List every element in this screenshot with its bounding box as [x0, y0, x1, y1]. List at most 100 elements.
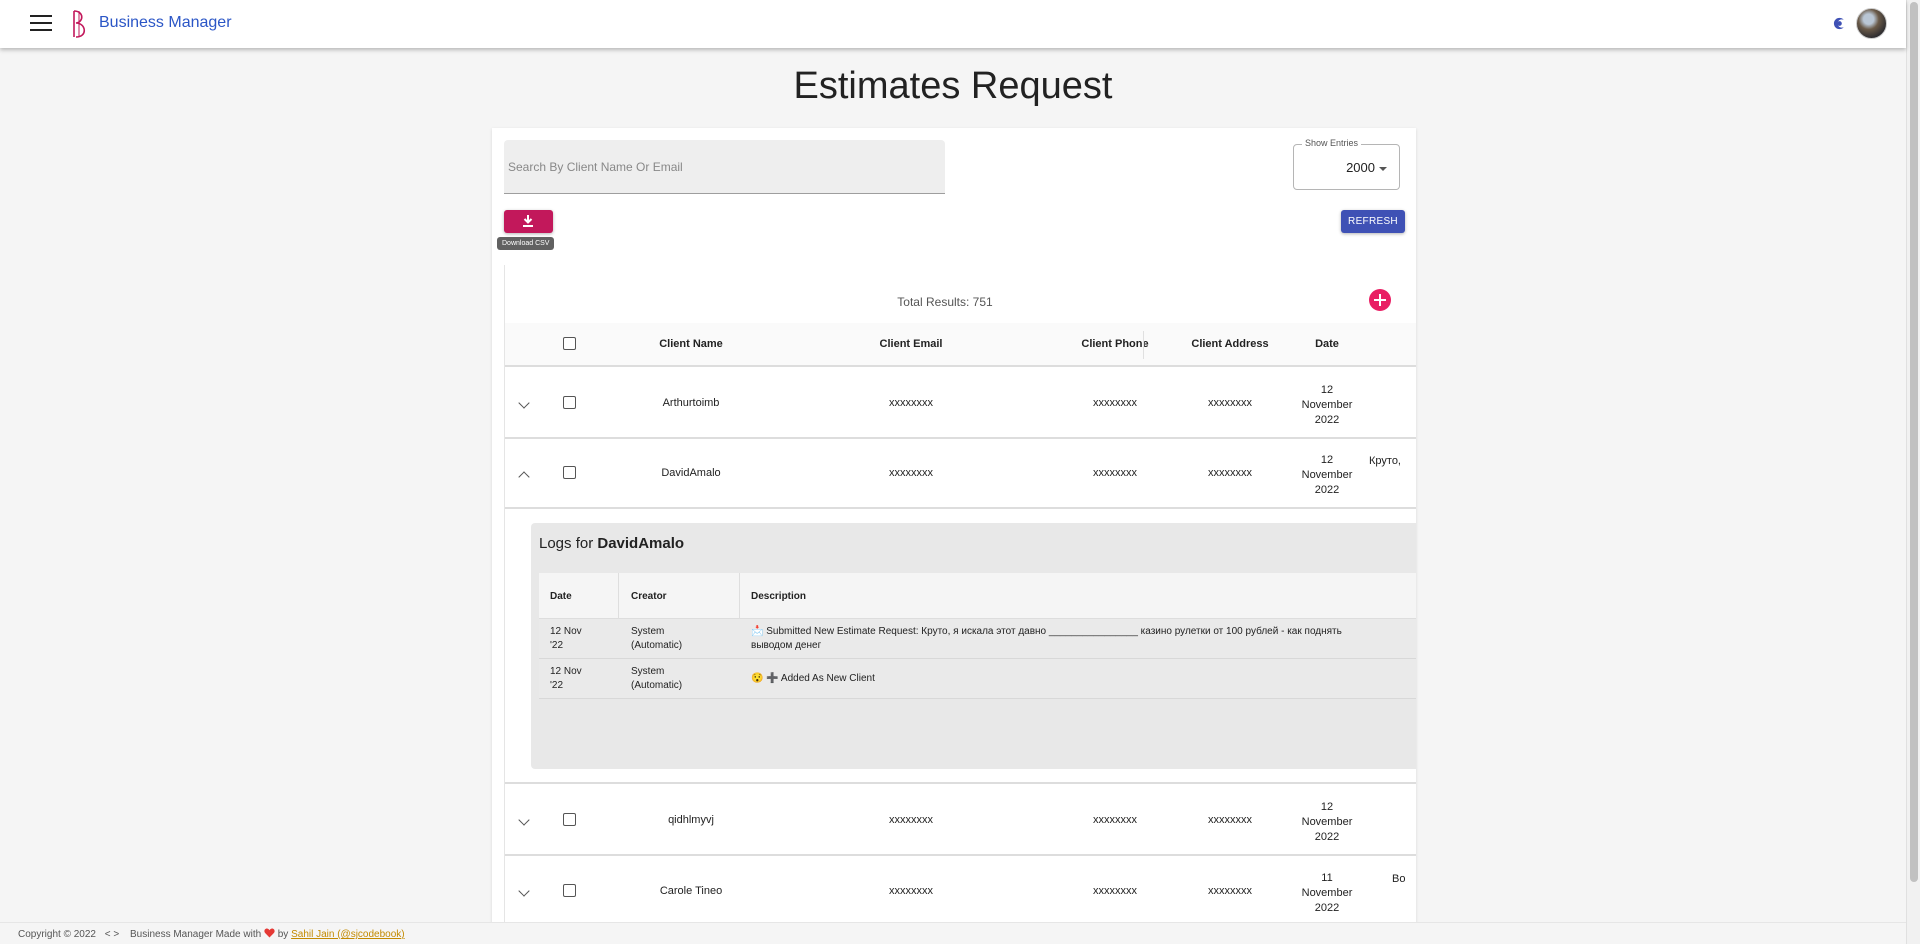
- expand-row-icon[interactable]: [518, 885, 530, 897]
- client-address: xxxxxxxx: [1208, 397, 1252, 409]
- row-checkbox[interactable]: [563, 884, 576, 897]
- footer-by: by: [277, 929, 289, 940]
- scrollbar-thumb[interactable]: [1910, 2, 1918, 882]
- estimates-card: Show Entries 2000 Download CSV REFRESH T…: [492, 128, 1416, 928]
- log-date: 12 Nov '22: [550, 666, 582, 691]
- author-link[interactable]: Sahil Jain (@sjcodebook): [291, 929, 405, 940]
- dropdown-caret-icon[interactable]: [1379, 167, 1387, 171]
- show-entries-value[interactable]: 2000: [1346, 160, 1375, 175]
- date-day: 11: [1321, 872, 1333, 884]
- request-date: 12 November 2022: [1297, 800, 1357, 845]
- client-email: xxxxxxxx: [889, 467, 933, 479]
- request-description: Круто,: [1369, 455, 1401, 467]
- client-email: xxxxxxxx: [889, 397, 933, 409]
- logs-table: Date Creator Description 12 Nov '22 Syste…: [539, 573, 1416, 699]
- estimates-table: Total Results: 751 Client Name Client Em…: [504, 265, 1416, 928]
- logs-header: Date Creator Description: [539, 573, 1416, 619]
- total-results: Total Results: 751: [897, 295, 993, 309]
- date-month: November: [1301, 816, 1353, 828]
- code-icon: < >: [104, 929, 120, 940]
- select-all-checkbox[interactable]: [563, 337, 576, 350]
- header-date[interactable]: Date: [1297, 338, 1357, 350]
- table-row[interactable]: qidhlmyvj xxxxxxxx xxxxxxxx xxxxxxxx 12 …: [505, 786, 1416, 856]
- logs-title-prefix: Logs for: [539, 535, 594, 552]
- show-entries-label: Show Entries: [1302, 138, 1362, 148]
- date-year: 2022: [1314, 484, 1340, 496]
- download-icon: [523, 215, 533, 227]
- footer-made-with: Business Manager Made with: [130, 929, 262, 940]
- row-checkbox[interactable]: [563, 813, 576, 826]
- table-row[interactable]: Arthurtoimb xxxxxxxx xxxxxxxx xxxxxxxx 1…: [505, 369, 1416, 439]
- date-year: 2022: [1314, 414, 1340, 426]
- show-entries-select[interactable]: Show Entries 2000: [1293, 138, 1400, 190]
- logs-title: Logs for DavidAmalo: [539, 535, 684, 552]
- logs-header-creator: Creator: [631, 591, 667, 602]
- date-day: 12: [1320, 384, 1334, 396]
- logs-divider: [618, 573, 619, 619]
- logs-title-name: DavidAmalo: [597, 535, 685, 552]
- date-year: 2022: [1314, 902, 1340, 914]
- client-phone: xxxxxxxx: [1093, 467, 1137, 479]
- brand-title[interactable]: Business Manager: [99, 14, 232, 32]
- page-title: Estimates Request: [793, 65, 1113, 107]
- row-checkbox[interactable]: [563, 396, 576, 409]
- header-client-email[interactable]: Client Email: [846, 338, 976, 350]
- brand-logo[interactable]: [70, 9, 92, 39]
- search-field[interactable]: [504, 140, 945, 194]
- table-row[interactable]: Carole Tineo xxxxxxxx xxxxxxxx xxxxxxxx …: [505, 857, 1416, 927]
- footer: Copyright © 2022 < > Business Manager Ma…: [0, 922, 1906, 944]
- menu-icon[interactable]: [30, 15, 52, 31]
- logs-box: Logs for DavidAmalo Date Creator Descrip…: [531, 523, 1416, 769]
- request-date: 12 November 2022: [1297, 453, 1357, 498]
- log-description: 😯 ➕ Added As New Client: [751, 673, 875, 684]
- client-name: DavidAmalo: [661, 467, 721, 479]
- search-input[interactable]: [504, 140, 945, 193]
- date-year: 2022: [1314, 831, 1340, 843]
- download-tooltip: Download CSV: [497, 237, 555, 250]
- date-month: November: [1301, 887, 1353, 899]
- header-client-phone[interactable]: Client Phone: [1054, 338, 1176, 350]
- log-row: 12 Nov '22 System (Automatic) 😯 ➕ Added As…: [539, 659, 1416, 699]
- log-creator: System (Automatic): [631, 666, 683, 691]
- user-avatar[interactable]: [1856, 8, 1887, 39]
- add-estimate-button[interactable]: [1369, 289, 1391, 311]
- expand-row-icon[interactable]: [518, 814, 530, 826]
- header-divider: [1143, 331, 1144, 359]
- client-phone: xxxxxxxx: [1093, 885, 1137, 897]
- client-address: xxxxxxxx: [1208, 814, 1252, 826]
- client-email: xxxxxxxx: [889, 814, 933, 826]
- client-email: xxxxxxxx: [889, 885, 933, 897]
- date-month: November: [1301, 469, 1353, 481]
- header-client-name[interactable]: Client Name: [635, 338, 747, 350]
- client-name: qidhlmyvj: [668, 814, 714, 826]
- request-date: 11 November 2022: [1297, 871, 1357, 916]
- collapse-row-icon[interactable]: [518, 471, 530, 483]
- log-creator: System (Automatic): [631, 626, 683, 651]
- client-address: xxxxxxxx: [1208, 467, 1252, 479]
- download-csv-button[interactable]: [504, 210, 553, 233]
- header-client-address[interactable]: Client Address: [1167, 338, 1293, 350]
- logs-header-date: Date: [550, 591, 572, 602]
- request-date: 12 November 2022: [1297, 383, 1357, 428]
- date-day: 12: [1320, 454, 1334, 466]
- logs-header-description: Description: [751, 591, 807, 602]
- log-date: 12 Nov '22: [550, 626, 582, 651]
- heart-icon: [264, 928, 275, 938]
- client-name: Carole Tineo: [659, 885, 723, 897]
- theme-toggle-icon[interactable]: [1833, 17, 1846, 30]
- logs-divider: [739, 573, 740, 619]
- footer-copyright: Copyright © 2022: [18, 929, 96, 940]
- client-address: xxxxxxxx: [1208, 885, 1252, 897]
- table-row[interactable]: DavidAmalo xxxxxxxx xxxxxxxx xxxxxxxx 12…: [505, 439, 1416, 509]
- app-bar: Business Manager: [0, 0, 1906, 48]
- date-month: November: [1301, 399, 1353, 411]
- client-name: Arthurtoimb: [662, 397, 720, 409]
- row-logs-panel: Logs for DavidAmalo Date Creator Descrip…: [505, 509, 1416, 784]
- log-row: 12 Nov '22 System (Automatic) 📩 Submitted …: [539, 619, 1416, 659]
- page-scrollbar[interactable]: [1906, 0, 1920, 944]
- refresh-button[interactable]: REFRESH: [1341, 210, 1405, 233]
- expand-row-icon[interactable]: [518, 397, 530, 409]
- row-checkbox[interactable]: [563, 466, 576, 479]
- table-header: Client Name Client Email Client Phone Cl…: [505, 323, 1416, 367]
- client-phone: xxxxxxxx: [1093, 397, 1137, 409]
